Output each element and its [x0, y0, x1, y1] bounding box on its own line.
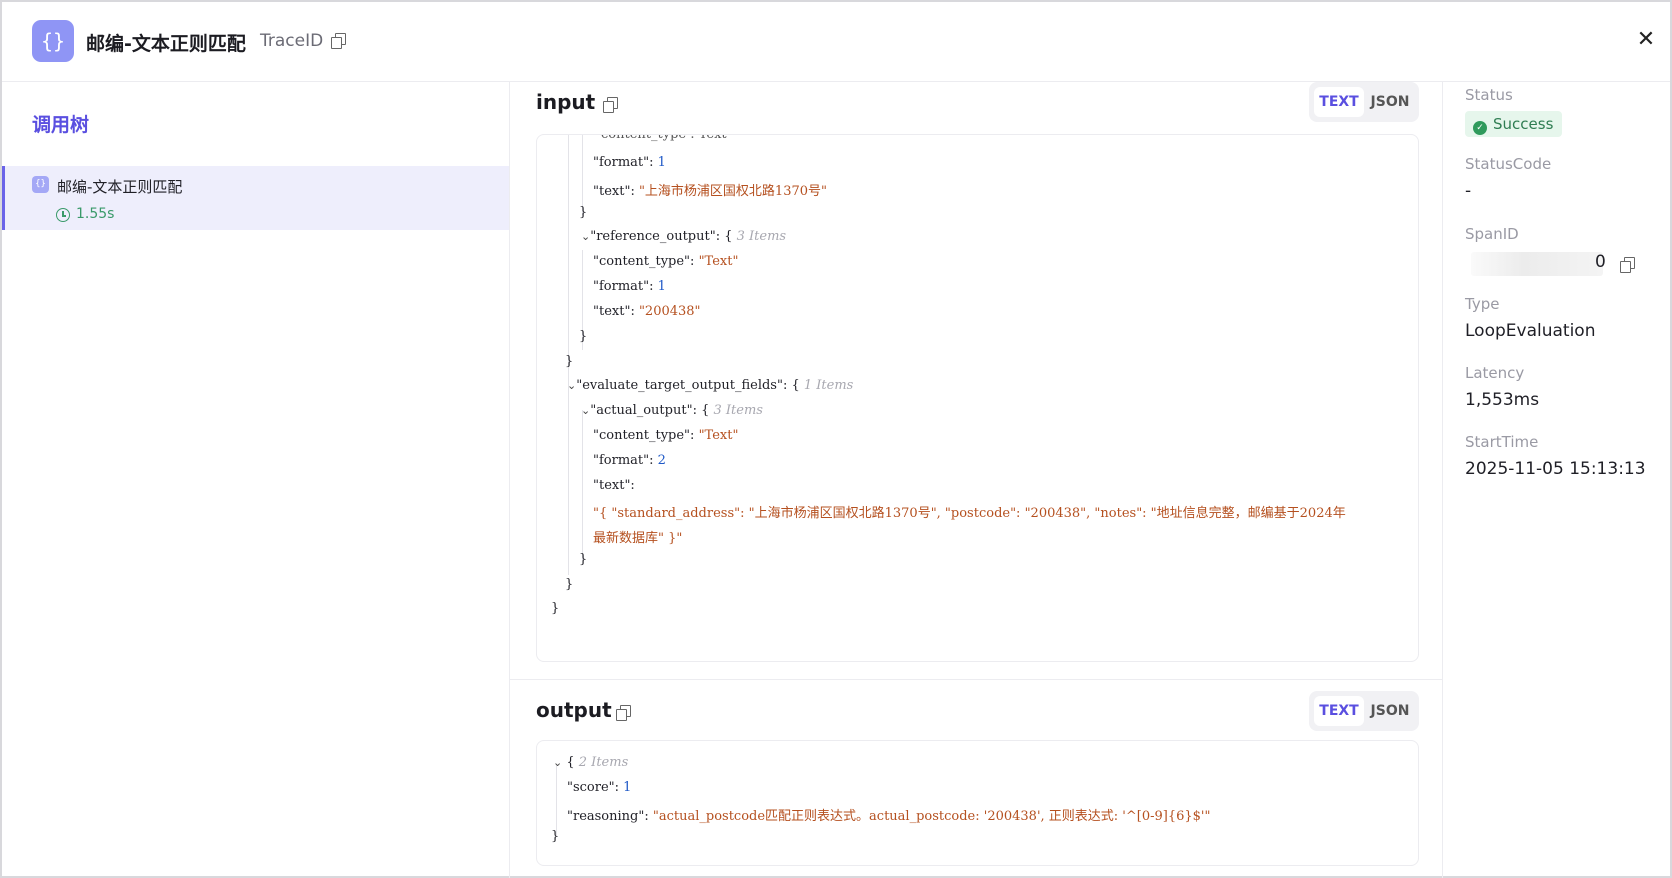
code-line: 最新数据库" }" — [593, 531, 683, 546]
code-line: "content_type": "Text" — [593, 254, 739, 269]
input-format-toggle: TEXT JSON — [1309, 82, 1419, 122]
code-line: } — [565, 577, 574, 592]
status-badge: ✓ Success — [1465, 111, 1563, 137]
chevron-down-icon: ⌄ — [581, 230, 591, 243]
copy-icon[interactable] — [603, 97, 618, 113]
status-label: Status — [1465, 86, 1513, 104]
code-line: } — [579, 329, 588, 344]
output-code-viewer[interactable]: ⌄ { 2 Items "score": 1 "reasoning": "act… — [536, 740, 1419, 866]
call-tree-title: 调用树 — [32, 114, 90, 136]
tab-json[interactable]: JSON — [1365, 87, 1415, 117]
code-line: "format": 1 — [593, 155, 666, 170]
header: {} 邮编-文本正则匹配 TraceID ✕ — [2, 2, 1670, 82]
code-line: "reasoning": "actual_postcode匹配正则表达式。act… — [567, 809, 1211, 824]
tab-text[interactable]: TEXT — [1314, 696, 1364, 726]
output-label: output — [536, 698, 612, 722]
copy-icon[interactable] — [331, 33, 346, 49]
code-line: "format": 1 — [593, 279, 666, 294]
code-line: "score": 1 — [567, 780, 632, 795]
output-format-toggle: TEXT JSON — [1309, 691, 1419, 731]
spanid-redacted — [1471, 252, 1603, 276]
code-line[interactable]: ⌄"evaluate_target_output_fields": { 1 It… — [567, 378, 853, 393]
code-line[interactable]: ⌄ { 2 Items — [553, 755, 628, 770]
type-value: LoopEvaluation — [1465, 321, 1596, 341]
chevron-down-icon: ⌄ — [567, 379, 577, 392]
chevron-down-icon: ⌄ — [553, 756, 563, 769]
code-line: "text": "上海市杨浦区国权北路1370号" — [593, 184, 827, 199]
code-line: "text": — [593, 478, 635, 493]
statuscode-label: StatusCode — [1465, 155, 1552, 173]
code-line: } — [551, 829, 560, 844]
code-line: "content_type": "Text" — [593, 428, 739, 443]
call-tree-panel: 调用树 {} 邮编-文本正则匹配 1.55s — [2, 82, 510, 878]
tree-node-duration: 1.55s — [76, 206, 115, 222]
statuscode-value: - — [1465, 181, 1472, 201]
trace-detail-panel: {} 邮编-文本正则匹配 TraceID ✕ 调用树 {} 邮编-文本正则匹配 … — [0, 0, 1672, 878]
tree-node[interactable]: {} 邮编-文本正则匹配 1.55s — [2, 166, 509, 230]
code-line: } — [551, 601, 560, 616]
spanid-label: SpanID — [1465, 225, 1519, 243]
clock-icon — [56, 208, 70, 222]
braces-icon: {} — [32, 176, 49, 193]
input-code-viewer[interactable]: content_type : Text "format": 1 "text": … — [536, 134, 1419, 662]
code-line: } — [579, 552, 588, 567]
braces-icon: {} — [32, 20, 74, 62]
latency-label: Latency — [1465, 364, 1525, 382]
page-title: 邮编-文本正则匹配 — [86, 33, 246, 55]
check-circle-icon: ✓ — [1473, 121, 1487, 135]
starttime-value: 2025-11-05 15:13:13 — [1465, 459, 1646, 479]
code-line: "text": "200438" — [593, 304, 701, 319]
code-line[interactable]: ⌄"actual_output": { 3 Items — [581, 403, 763, 418]
copy-icon[interactable] — [1620, 257, 1635, 273]
starttime-label: StartTime — [1465, 433, 1539, 451]
code-line[interactable]: ⌄"reference_output": { 3 Items — [581, 229, 786, 244]
code-line: "{ "standard_address": "上海市杨浦区国权北路1370号"… — [593, 506, 1346, 521]
input-label: input — [536, 90, 596, 114]
traceid-label: TraceID — [260, 31, 324, 51]
code-line: content_type : Text — [601, 134, 727, 142]
latency-value: 1,553ms — [1465, 390, 1540, 410]
code-line: "format": 2 — [593, 453, 666, 468]
section-divider — [510, 679, 1442, 680]
tab-json[interactable]: JSON — [1365, 696, 1415, 726]
close-icon[interactable]: ✕ — [1634, 28, 1658, 52]
code-line: } — [579, 205, 588, 220]
details-panel: Status ✓ Success StatusCode - SpanID 0 Ty… — [1442, 82, 1670, 878]
spanid-value: 0 — [1595, 252, 1606, 272]
copy-icon[interactable] — [616, 705, 631, 721]
code-line: } — [565, 354, 574, 369]
type-label: Type — [1465, 295, 1500, 313]
chevron-down-icon: ⌄ — [581, 404, 591, 417]
tree-node-label: 邮编-文本正则匹配 — [57, 178, 183, 196]
tab-text[interactable]: TEXT — [1314, 87, 1364, 117]
